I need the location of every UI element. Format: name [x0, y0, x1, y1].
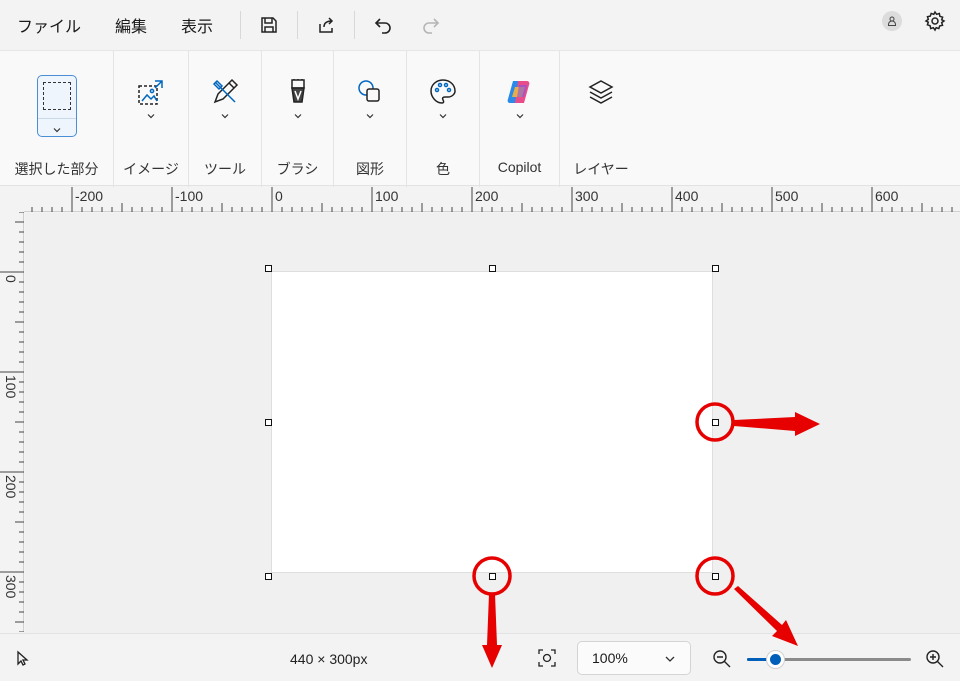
group-label-image: イメージ	[123, 161, 179, 177]
resize-handle-top[interactable]	[489, 265, 496, 272]
ribbon: 選択した部分 イメージ ツール ブラシ 図形 色 Copilot レイヤー	[0, 50, 960, 187]
resize-handle-bottom-left[interactable]	[265, 573, 272, 580]
selection-button[interactable]	[36, 75, 77, 137]
zoom-slider[interactable]	[747, 649, 911, 669]
zoom-out-icon[interactable]	[711, 648, 733, 670]
layers-button[interactable]	[586, 77, 616, 107]
group-shapes: 図形	[334, 51, 407, 187]
chevron-down-icon	[221, 114, 229, 119]
pointer-icon[interactable]	[13, 649, 31, 667]
status-bar: 440 × 300px 100%	[0, 633, 960, 681]
zoom-in-icon[interactable]	[924, 648, 946, 670]
brush-button[interactable]	[283, 77, 313, 121]
divider	[240, 11, 242, 39]
gear-icon[interactable]	[924, 10, 946, 32]
zoom-dropdown[interactable]: 100%	[577, 641, 691, 675]
ruler-label: 100	[3, 375, 19, 399]
group-layers: レイヤー	[560, 51, 642, 187]
canvas-size-label: 440 × 300px	[290, 651, 368, 667]
slider-thumb[interactable]	[765, 650, 785, 669]
ruler-label: 500	[775, 188, 799, 204]
shapes-button[interactable]	[355, 77, 385, 121]
group-color: 色	[407, 51, 480, 187]
group-selection: 選択した部分	[0, 51, 114, 187]
group-image: イメージ	[114, 51, 189, 187]
drawing-canvas[interactable]	[272, 272, 712, 572]
palette-icon	[430, 79, 456, 104]
pencil-icon	[212, 78, 239, 104]
account-area	[882, 10, 946, 32]
divider	[297, 11, 299, 39]
menu-file[interactable]: ファイル	[0, 0, 98, 50]
menu-bar: ファイル 編集 表示	[0, 0, 960, 50]
group-label-layers: レイヤー	[573, 161, 629, 177]
save-button[interactable]	[251, 7, 287, 43]
brush-icon	[290, 79, 305, 103]
chevron-down-icon	[366, 114, 374, 119]
ruler-label: 0	[3, 275, 19, 283]
menu-edit[interactable]: 編集	[98, 0, 164, 50]
resize-handle-right[interactable]	[712, 419, 719, 426]
group-label-shapes: 図形	[356, 161, 384, 177]
resize-handle-bottom-right[interactable]	[712, 573, 719, 580]
resize-handle-bottom[interactable]	[489, 573, 496, 580]
ruler-label: 0	[275, 188, 283, 204]
chevron-down-icon	[516, 114, 523, 119]
ruler-label: 300	[3, 575, 19, 599]
group-tools: ツール	[189, 51, 262, 187]
ruler-label: -100	[175, 188, 203, 204]
menu-view[interactable]: 表示	[164, 0, 230, 50]
divider	[354, 11, 356, 39]
image-icon	[138, 80, 163, 105]
color-button[interactable]	[428, 77, 458, 121]
group-label-brush: ブラシ	[276, 161, 319, 177]
undo-icon	[374, 18, 391, 34]
image-button[interactable]	[136, 77, 166, 121]
tools-button[interactable]	[210, 77, 240, 121]
ruler-corner	[0, 187, 24, 212]
ruler-label: 100	[375, 188, 399, 204]
group-copilot: Copilot	[480, 51, 560, 187]
save-icon	[261, 17, 277, 33]
copilot-icon	[507, 81, 529, 103]
group-label-selection: 選択した部分	[14, 161, 99, 177]
redo-icon	[423, 18, 440, 34]
ruler-label: 400	[675, 188, 699, 204]
copilot-button[interactable]	[505, 77, 535, 121]
chevron-down-icon	[665, 656, 675, 662]
group-brush: ブラシ	[262, 51, 334, 187]
resize-handle-top-left[interactable]	[265, 265, 272, 272]
share-button[interactable]	[308, 7, 344, 43]
group-label-copilot: Copilot	[497, 159, 542, 175]
resize-handle-top-right[interactable]	[712, 265, 719, 272]
zoom-value: 100%	[592, 650, 628, 666]
group-label-tools: ツール	[204, 161, 246, 177]
selection-icon	[42, 82, 71, 110]
avatar[interactable]	[882, 11, 902, 31]
chevron-down-icon	[53, 128, 60, 133]
share-icon	[319, 17, 334, 33]
shapes-icon	[358, 80, 380, 102]
fit-to-window-icon[interactable]	[537, 648, 557, 668]
chevron-down-icon	[439, 114, 447, 119]
user-icon	[888, 16, 896, 26]
chevron-down-icon	[294, 114, 301, 119]
ruler-label: 300	[575, 188, 599, 204]
layers-icon	[588, 80, 614, 104]
ruler-label: 600	[875, 188, 899, 204]
undo-button[interactable]	[365, 7, 401, 43]
chevron-down-icon	[147, 114, 155, 119]
group-label-color: 色	[436, 161, 450, 177]
vertical-ruler: 0 100 200 300	[0, 211, 24, 633]
ruler-label: 200	[3, 475, 19, 499]
horizontal-ruler: -200 -100 0 100 200 300 400 500 600	[24, 187, 960, 212]
resize-handle-left[interactable]	[265, 419, 272, 426]
redo-button[interactable]	[413, 7, 449, 43]
ruler-label: -200	[75, 188, 103, 204]
ruler-label: 200	[475, 188, 499, 204]
